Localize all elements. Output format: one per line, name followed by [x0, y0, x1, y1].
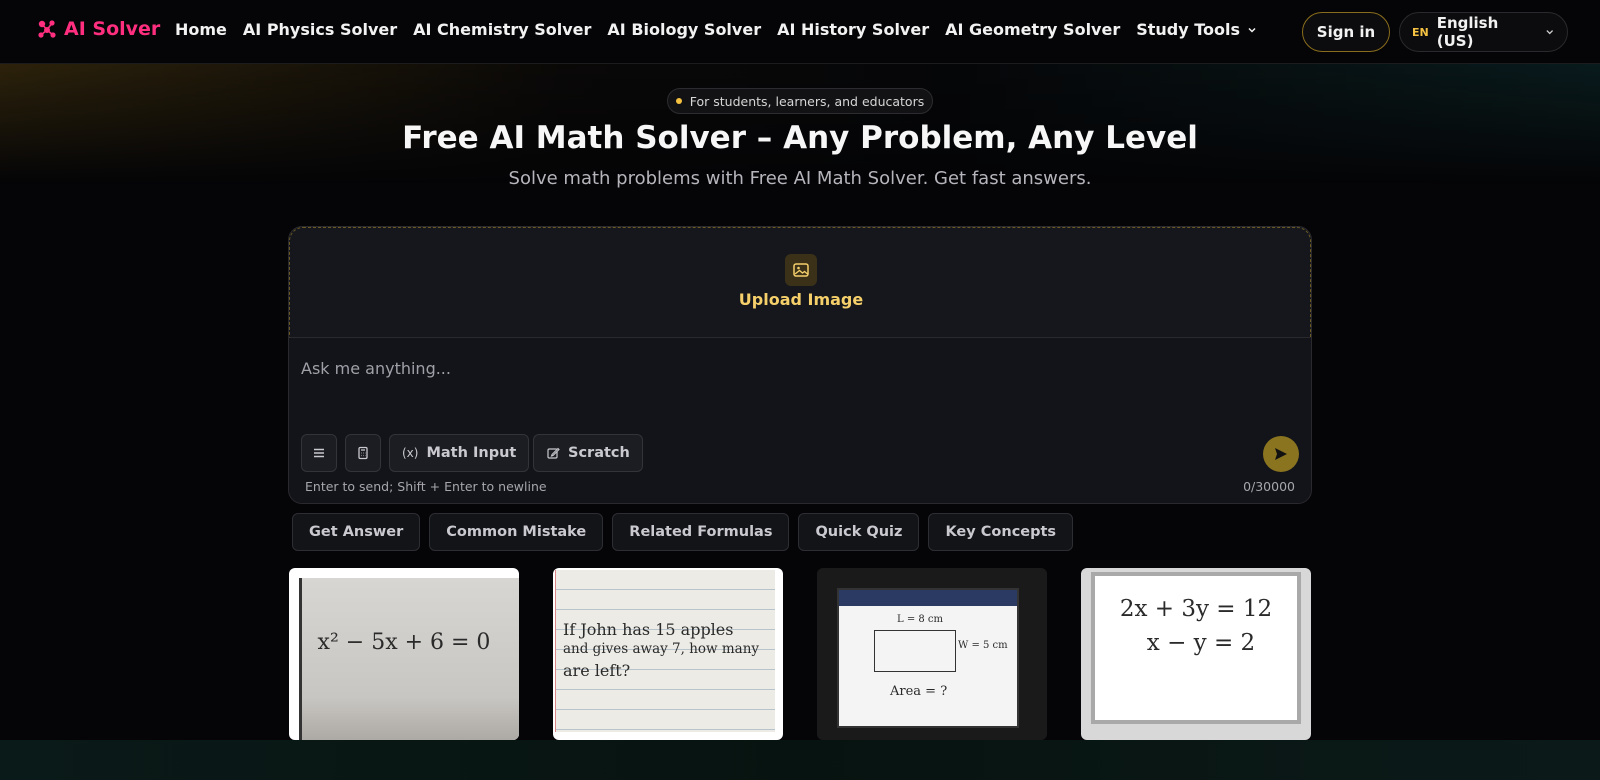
- sample-quadratic-text: x² − 5x + 6 = 0: [317, 630, 491, 655]
- sample-geometry-length: L = 8 cm: [897, 614, 944, 625]
- badge-dot: [675, 98, 682, 104]
- sample-geometry-width: W = 5 cm: [958, 640, 1008, 651]
- badge-text: For students, learners, and educators: [689, 93, 925, 109]
- language-selector[interactable]: EN English (US): [1399, 12, 1568, 52]
- chip-get-answer[interactable]: Get Answer: [292, 513, 421, 551]
- top-nav: AI Solver Home AI Physics Solver AI Chem…: [0, 0, 1600, 64]
- paper-photo: [299, 578, 519, 740]
- send-icon: [1275, 448, 1287, 460]
- sample-system[interactable]: 2x + 3y = 12 x − y = 2: [1081, 568, 1311, 740]
- keyboard-hint: Enter to send; Shift + Enter to newline: [305, 479, 547, 494]
- rectangle-shape: [874, 630, 956, 672]
- menu-button[interactable]: [301, 434, 337, 472]
- scratch-label: Scratch: [568, 445, 630, 461]
- calculator-icon: [358, 446, 368, 460]
- sample-word-line-2: and gives away 7, how many: [563, 641, 760, 657]
- math-input-button[interactable]: (x) Math Input: [389, 434, 530, 472]
- nav-study-tools-label: Study Tools: [1136, 20, 1241, 39]
- pencil-icon: [547, 447, 560, 459]
- nav-study-tools[interactable]: Study Tools: [1136, 20, 1258, 39]
- nav-biology[interactable]: AI Biology Solver: [607, 20, 761, 39]
- upload-image-area[interactable]: Upload Image: [289, 227, 1311, 338]
- sample-word-problem[interactable]: If John has 15 apples and gives away 7, …: [553, 568, 783, 740]
- chevron-down-icon: [1248, 27, 1256, 33]
- nav-links: Home AI Physics Solver AI Chemistry Solv…: [175, 20, 1258, 39]
- upload-image-label: Upload Image: [738, 290, 864, 309]
- page-subtitle: Solve math problems with Free AI Math So…: [508, 168, 1092, 189]
- sample-system-line-1: 2x + 3y = 12: [1119, 596, 1273, 622]
- audience-badge: For students, learners, and educators: [667, 88, 933, 114]
- sample-geometry[interactable]: L = 8 cm W = 5 cm Area = ?: [817, 568, 1047, 740]
- sample-system-line-2: x − y = 2: [1146, 630, 1256, 656]
- language-name: English (US): [1436, 14, 1499, 50]
- sample-geometry-question: Area = ?: [890, 684, 948, 699]
- sign-in-button[interactable]: Sign in: [1302, 12, 1390, 52]
- sample-quadratic[interactable]: x² − 5x + 6 = 0: [289, 568, 519, 740]
- page-title: Free AI Math Solver – Any Problem, Any L…: [402, 120, 1198, 156]
- logo-text: AI Solver: [64, 18, 161, 40]
- molecule-icon: [38, 20, 56, 38]
- chip-related-formulas[interactable]: Related Formulas: [612, 513, 790, 551]
- image-icon: [785, 254, 817, 286]
- chip-quick-quiz[interactable]: Quick Quiz: [798, 513, 920, 551]
- logo[interactable]: AI Solver: [36, 18, 160, 40]
- nav-physics[interactable]: AI Physics Solver: [243, 20, 397, 39]
- quick-actions: Get Answer Common Mistake Related Formul…: [292, 513, 1074, 551]
- nav-home[interactable]: Home: [175, 20, 227, 39]
- nav-chemistry[interactable]: AI Chemistry Solver: [413, 20, 591, 39]
- sample-word-line-1: If John has 15 apples: [563, 620, 734, 639]
- math-input-label: Math Input: [426, 445, 517, 461]
- calculator-button[interactable]: [345, 434, 381, 472]
- send-button[interactable]: [1263, 436, 1299, 472]
- function-x-icon: (x): [402, 446, 419, 460]
- nav-history[interactable]: AI History Solver: [777, 20, 929, 39]
- nav-geometry[interactable]: AI Geometry Solver: [945, 20, 1120, 39]
- ask-input[interactable]: [301, 355, 1291, 381]
- scratch-button[interactable]: Scratch: [533, 434, 643, 472]
- chip-key-concepts[interactable]: Key Concepts: [928, 513, 1074, 551]
- chevron-down-icon: [1545, 30, 1553, 35]
- bottom-band: [0, 740, 1600, 780]
- language-code: EN: [1412, 25, 1429, 39]
- tablet-toolbar: [839, 590, 1017, 606]
- menu-icon: [314, 448, 324, 458]
- chip-common-mistake[interactable]: Common Mistake: [429, 513, 604, 551]
- composer-card: Upload Image (x) Math Input Scratch Ente…: [288, 226, 1312, 504]
- sample-word-line-3: are left?: [563, 661, 631, 680]
- char-counter: 0/30000: [1243, 479, 1295, 494]
